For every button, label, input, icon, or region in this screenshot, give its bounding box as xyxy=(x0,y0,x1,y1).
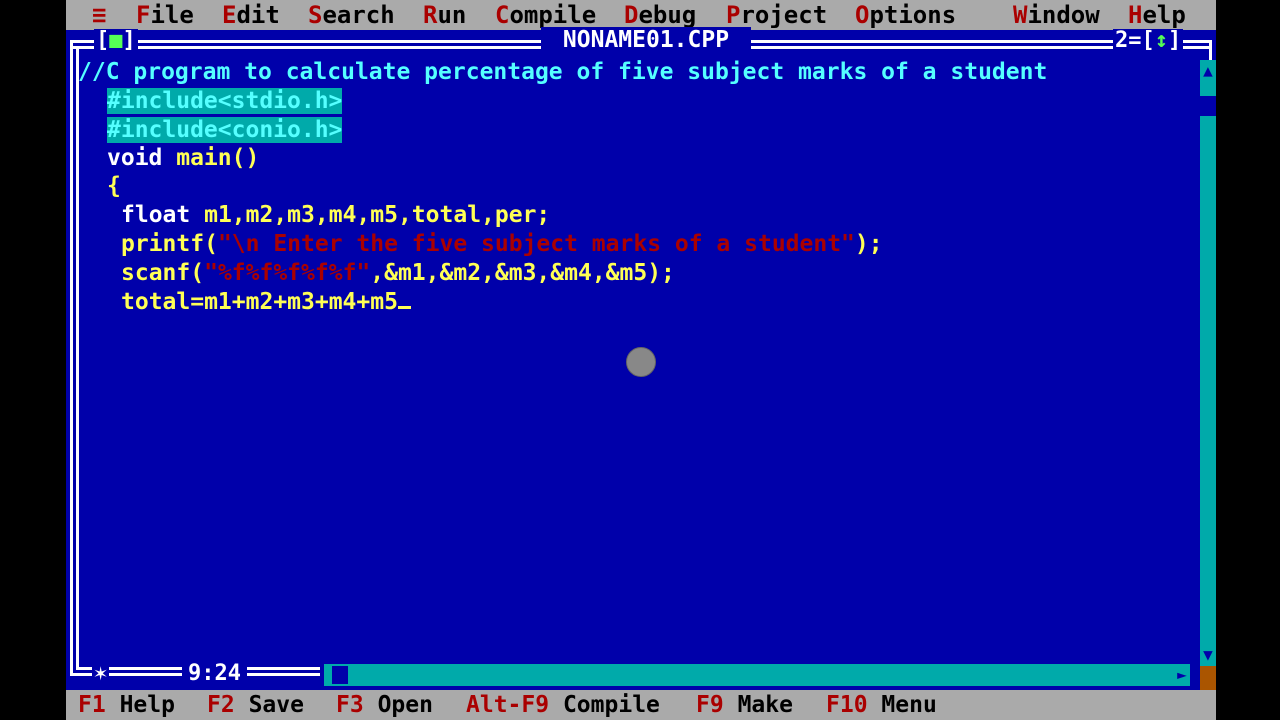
turbo-cpp-screen: ≡ File Edit Search Run Compile Debug Pro… xyxy=(66,0,1216,720)
menu-file[interactable]: File xyxy=(136,0,194,30)
code-line-2: #include<stdio.h> xyxy=(107,88,343,114)
menu-help[interactable]: Help xyxy=(1128,0,1186,30)
horizontal-scrollbar[interactable]: ► xyxy=(324,664,1190,686)
status-make[interactable]: F9 Make xyxy=(696,690,793,720)
vertical-scroll-thumb[interactable] xyxy=(1200,96,1216,116)
code-line-5: { xyxy=(107,173,121,199)
menu-window[interactable]: Window xyxy=(1013,0,1100,30)
horizontal-scroll-thumb[interactable] xyxy=(332,666,348,684)
code-line-9: total=m1+m2+m3+m4+m5 xyxy=(121,288,411,316)
status-help[interactable]: F1 Help xyxy=(78,690,175,720)
scroll-up-arrow-icon[interactable]: ▲ xyxy=(1200,60,1216,82)
code-line-4: void main() xyxy=(107,145,260,171)
resize-corner[interactable] xyxy=(1200,666,1216,690)
window-close-button[interactable]: [■] xyxy=(94,29,138,53)
status-menu[interactable]: F10 Menu xyxy=(826,690,937,720)
menu-bar: ≡ File Edit Search Run Compile Debug Pro… xyxy=(66,0,1216,30)
cursor-position: 9:24 xyxy=(182,661,247,687)
code-line-7: printf("\n Enter the five subject marks … xyxy=(121,231,883,257)
menu-search[interactable]: Search xyxy=(308,0,395,30)
status-bar: F1 Help F2 Save F3 Open Alt-F9 Compile F… xyxy=(66,690,1216,720)
status-open[interactable]: F3 Open xyxy=(336,690,433,720)
text-cursor xyxy=(397,288,411,309)
window-title: NONAME01.CPP xyxy=(541,27,751,53)
vertical-scrollbar[interactable]: ▲ ▼ xyxy=(1200,60,1216,666)
frame-right-top xyxy=(1209,40,1212,60)
scroll-down-arrow-icon[interactable]: ▼ xyxy=(1200,644,1216,666)
system-menu-icon[interactable]: ≡ xyxy=(92,0,106,30)
frame-left-outer xyxy=(70,40,73,676)
menu-debug[interactable]: Debug xyxy=(624,0,696,30)
menu-edit[interactable]: Edit xyxy=(222,0,280,30)
code-line-6: float m1,m2,m3,m4,m5,total,per; xyxy=(121,202,551,228)
window-number-zoom[interactable]: 2=[↕] xyxy=(1113,29,1184,53)
code-line-8: scanf("%f%f%f%f%f",&m1,&m2,&m3,&m4,&m5); xyxy=(121,260,675,286)
menu-compile[interactable]: Compile xyxy=(495,0,596,30)
code-line-3: #include<conio.h> xyxy=(107,117,343,143)
scroll-right-arrow-icon[interactable]: ► xyxy=(1174,664,1190,686)
menu-options[interactable]: Options xyxy=(855,0,956,30)
status-compile[interactable]: Alt-F9 Compile xyxy=(466,690,660,720)
mouse-pointer-icon xyxy=(626,347,656,377)
code-line-1: //C program to calculate percentage of f… xyxy=(78,59,1048,85)
menu-project[interactable]: Project xyxy=(726,0,827,30)
modified-indicator: ✶ xyxy=(92,661,110,687)
menu-run[interactable]: Run xyxy=(423,0,466,30)
status-save[interactable]: F2 Save xyxy=(207,690,304,720)
